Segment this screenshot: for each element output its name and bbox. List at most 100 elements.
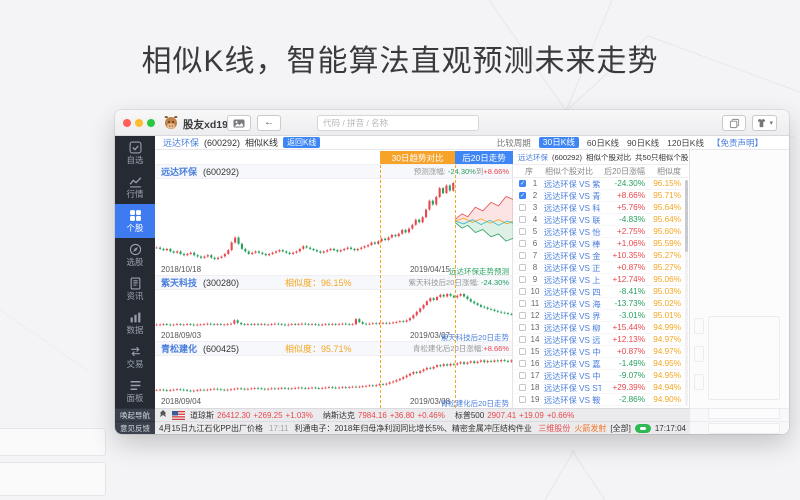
table-row[interactable]: 9远达环保 VS 上海钢联+12.74%95.06% (513, 274, 689, 286)
row-checkbox[interactable] (519, 276, 526, 283)
sidebar-item-stock[interactable]: 个股 (115, 204, 155, 238)
table-row[interactable]: ✓2远达环保 VS 青松建化+8.66%95.71% (513, 190, 689, 202)
date-start: 2018/10/18 (161, 265, 201, 274)
row-future-gain: +5.76% (601, 203, 645, 212)
table-row[interactable]: 17远达环保 VS 中电电机-9.07%94.95% (513, 370, 689, 382)
table-row[interactable]: 8远达环保 VS 正海生物+0.87%95.27% (513, 262, 689, 274)
header-count: 共50只相似个股 (635, 152, 688, 163)
back-button[interactable]: ← (257, 115, 281, 131)
news-item[interactable]: 利通电子：2018年归母净利润同比增长5%、精密金属冲压结构件业 (294, 423, 531, 434)
row-checkbox[interactable] (519, 396, 526, 403)
row-checkbox[interactable] (519, 240, 526, 247)
sidebar-item-data[interactable]: 数据 (115, 306, 155, 340)
row-future-gain: -9.07% (601, 371, 645, 380)
row-checkbox[interactable] (519, 372, 526, 379)
table-scrollbar[interactable] (685, 180, 688, 405)
row-rank: 5 (526, 227, 544, 236)
table-row[interactable]: 11远达环保 VS 海航科技-13.73%95.02% (513, 298, 689, 310)
compare-period-label: 比较周期 (497, 137, 531, 149)
all-news-link[interactable]: [全部] (610, 423, 630, 434)
period-option[interactable]: 60日K线 (587, 137, 619, 149)
index-quote[interactable]: 标普5002907.41+19.09+0.66% (455, 410, 574, 421)
index-quote[interactable]: 纳斯达克7984.16+36.80+0.46% (323, 410, 445, 421)
table-row[interactable]: 19远达环保 VS 鞍钢股份-2.86%94.90% (513, 394, 689, 406)
invoke-navigator-tab[interactable]: 唤起导航 (115, 408, 155, 421)
period-option[interactable]: 30日K线 (539, 137, 579, 148)
sidebar-item-screener[interactable]: 选股 (115, 238, 155, 272)
row-checkbox[interactable] (519, 324, 526, 331)
search-input[interactable] (317, 115, 479, 131)
table-row[interactable]: 7远达环保 VS 金安国纪+10.35%95.27% (513, 250, 689, 262)
header-title: 相似个股对比 (586, 152, 631, 163)
row-checkbox[interactable] (519, 252, 526, 259)
row-checkbox[interactable] (519, 312, 526, 319)
row-checkbox[interactable] (519, 300, 526, 307)
market-icon (129, 175, 142, 188)
scrollbar-thumb[interactable] (685, 180, 688, 252)
row-checkbox[interactable]: ✓ (519, 192, 526, 199)
candlestick-chart-zitian[interactable] (155, 290, 512, 329)
trend-compare-header: 30日趋势对比 (380, 151, 455, 164)
table-row[interactable]: 16远达环保 VS 嘉欣丝绸-1.49%94.95% (513, 358, 689, 370)
row-checkbox[interactable] (519, 288, 526, 295)
breadcrumb-stock: 远达环保 (163, 136, 199, 149)
message-button[interactable] (227, 115, 251, 131)
row-pair-name: 远达环保 VS ST抚钢 (544, 382, 601, 394)
pin-icon[interactable] (159, 410, 167, 420)
row-similarity: 96.15% (645, 179, 681, 188)
close-window-button[interactable] (123, 119, 131, 127)
sidebar-item-news[interactable]: 资讯 (115, 272, 155, 306)
minimize-window-button[interactable] (135, 119, 143, 127)
table-row[interactable]: 3远达环保 VS 科大国创+5.76%95.64% (513, 202, 689, 214)
row-rank: 2 (526, 191, 544, 200)
disclaimer-link[interactable]: 【免责声明】 (712, 137, 763, 149)
row-checkbox[interactable] (519, 348, 526, 355)
row-rank: 15 (526, 347, 544, 356)
table-row[interactable]: 14远达环保 VS 远 望 谷+12.13%94.97% (513, 334, 689, 346)
back-arrow-icon: ← (264, 118, 274, 128)
screener-icon (129, 243, 142, 256)
table-row[interactable]: 6远达环保 VS 棒杰股份+1.06%95.59% (513, 238, 689, 250)
row-checkbox[interactable] (519, 228, 526, 235)
row-checkbox[interactable] (519, 336, 526, 343)
candlestick-chart-yuanda[interactable] (155, 179, 512, 263)
col-rank: 序 (513, 166, 545, 177)
sidebar-item-label: 个股 (126, 224, 143, 233)
row-checkbox[interactable] (519, 384, 526, 391)
sidebar-item-board[interactable]: 面板 (115, 374, 155, 408)
row-checkbox[interactable] (519, 216, 526, 223)
row-checkbox[interactable]: ✓ (519, 180, 526, 187)
row-future-gain: +2.75% (601, 227, 645, 236)
feedback-tab[interactable]: 意见反馈 (115, 421, 155, 434)
zoom-window-button[interactable] (147, 119, 155, 127)
candlestick-chart-qingsong[interactable] (155, 356, 512, 395)
table-row[interactable]: ✓1远达环保 VS 紫天科技-24.30%96.15% (513, 178, 689, 190)
future-gain-note: 青松建化后20日涨幅:+8.66% (413, 343, 509, 354)
table-row[interactable]: 15远达环保 VS 中设集团+0.87%94.97% (513, 346, 689, 358)
table-row[interactable]: 13远达环保 VS 柳钢股份+15.44%94.99% (513, 322, 689, 334)
sidebar-item-watchlist[interactable]: 自选 (115, 136, 155, 170)
hot-topic-link[interactable]: 火箭发射 (574, 423, 606, 434)
sidebar-item-market[interactable]: 行情 (115, 170, 155, 204)
row-pair-name: 远达环保 VS 中电电机 (544, 370, 601, 382)
panel-stock-code: (300280) (203, 278, 239, 288)
row-pair-name: 远达环保 VS 嘉欣丝绸 (544, 358, 601, 370)
row-checkbox[interactable] (519, 360, 526, 367)
row-future-gain: +0.87% (601, 263, 645, 272)
table-row[interactable]: 4远达环保 VS 联合光电-4.83%95.64% (513, 214, 689, 226)
multi-window-button[interactable] (722, 115, 746, 131)
news-item[interactable]: 4月15日九江石化PP出厂价格 (159, 423, 263, 434)
back-to-kline-button[interactable]: 返回K线 (283, 137, 320, 148)
sidebar-item-trade[interactable]: 交易 (115, 340, 155, 374)
theme-button[interactable]: ▾ (752, 115, 777, 131)
table-row[interactable]: 18远达环保 VS ST抚钢+29.39%94.94% (513, 382, 689, 394)
row-checkbox[interactable] (519, 204, 526, 211)
period-option[interactable]: 90日K线 (627, 137, 659, 149)
row-checkbox[interactable] (519, 264, 526, 271)
period-option[interactable]: 120日K线 (667, 137, 704, 149)
table-row[interactable]: 10远达环保 VS 四川长虹-8.41%95.03% (513, 286, 689, 298)
table-row[interactable]: 12远达环保 VS 界龙实业-3.01%95.01% (513, 310, 689, 322)
index-quote[interactable]: 道琼斯26412.30+269.25+1.03% (190, 410, 313, 421)
hot-stock-link[interactable]: 三维股份 (538, 423, 570, 434)
table-row[interactable]: 5远达环保 VS 怡球资源+2.75%95.60% (513, 226, 689, 238)
